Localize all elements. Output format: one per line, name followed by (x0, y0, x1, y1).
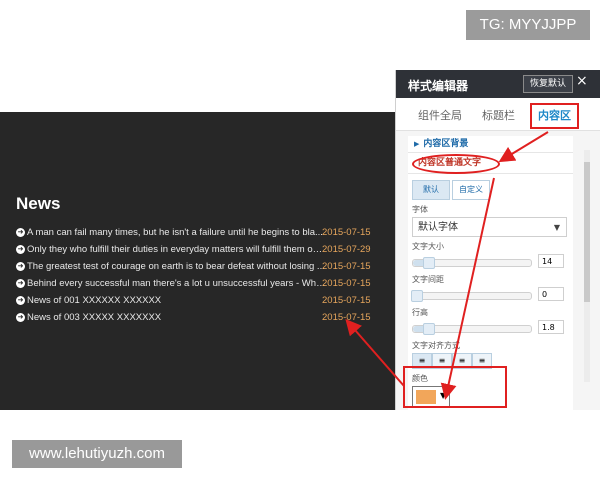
editor-tabs: 组件全局 标题栏 内容区 (396, 98, 600, 131)
news-panel: News ➜ A man can fail many times, but he… (0, 112, 395, 410)
subtab-default[interactable]: 默认 (412, 180, 450, 200)
section-content-background-label: 内容区背景 (423, 139, 469, 149)
letter-spacing-slider-row: 0 (408, 287, 573, 303)
news-title: News (16, 194, 61, 213)
news-date: 2015-07-15 (322, 295, 371, 306)
font-size-slider[interactable] (412, 257, 532, 269)
section-content-background[interactable]: ▶ 内容区背景 (408, 136, 573, 153)
news-item[interactable]: ➜ Only they who fulfill their duties in … (16, 241, 374, 258)
news-date: 2015-07-15 (322, 278, 371, 289)
close-icon[interactable]: × (576, 73, 588, 89)
style-editor-panel: 样式编辑器 恢复默认 × 组件全局 标题栏 内容区 ▶ 内容区背景 内容区普通文字… (395, 70, 600, 410)
news-date: 2015-07-15 (322, 227, 371, 238)
news-date: 2015-07-15 (322, 312, 371, 323)
text-align-label: 文字对齐方式 (412, 341, 460, 350)
news-item[interactable]: ➜ News of 003 XXXXX XXXXXXX 2015-07-15 (16, 309, 374, 326)
tab-content-area[interactable]: 内容区 (530, 103, 579, 129)
news-headline[interactable]: The greatest test of courage on earth is… (27, 258, 327, 275)
arrow-circle-icon: ➜ (16, 279, 25, 288)
caret-right-icon: ▶ (414, 140, 420, 148)
font-select-value: 默认字体 (418, 222, 458, 233)
news-headline[interactable]: Only they who fulfill their duties in ev… (27, 241, 327, 258)
font-size-label: 文字大小 (412, 242, 444, 251)
annotation-oval (412, 154, 500, 174)
line-height-slider[interactable] (412, 323, 532, 335)
section-content-text[interactable]: 内容区普通文字 (408, 153, 573, 174)
letter-spacing-label: 文字间距 (412, 275, 444, 284)
news-item[interactable]: ➜ The greatest test of courage on earth … (16, 258, 374, 275)
arrow-circle-icon: ➜ (16, 245, 25, 254)
line-height-label: 行高 (412, 308, 428, 317)
editor-scrollbar[interactable] (584, 150, 590, 382)
arrow-circle-icon: ➜ (16, 228, 25, 237)
annotation-box (403, 366, 507, 408)
news-headline[interactable]: Behind every successful man there's a lo… (27, 275, 327, 292)
line-height-input[interactable]: 1.8 (538, 320, 564, 334)
news-item[interactable]: ➜ News of 001 XXXXXX XXXXXX 2015-07-15 (16, 292, 374, 309)
slider-handle[interactable] (423, 257, 435, 269)
tab-title-bar[interactable]: 标题栏 (482, 107, 515, 123)
arrow-circle-icon: ➜ (16, 313, 25, 322)
news-list: ➜ A man can fail many times, but he isn'… (16, 224, 374, 326)
font-select[interactable]: 默认字体 ▼ (412, 217, 567, 237)
news-headline[interactable]: News of 001 XXXXXX XXXXXX (27, 292, 327, 309)
editor-title: 样式编辑器 (408, 79, 469, 93)
font-size-input[interactable]: 14 (538, 254, 564, 268)
news-item[interactable]: ➜ A man can fail many times, but he isn'… (16, 224, 374, 241)
news-date: 2015-07-29 (322, 244, 371, 255)
restore-default-button[interactable]: 恢复默认 (523, 75, 574, 93)
arrow-circle-icon: ➜ (16, 262, 25, 271)
arrow-circle-icon: ➜ (16, 296, 25, 305)
scrollbar-thumb[interactable] (584, 162, 590, 302)
news-headline[interactable]: A man can fail many times, but he isn't … (27, 224, 327, 241)
news-item[interactable]: ➜ Behind every successful man there's a … (16, 275, 374, 292)
letter-spacing-input[interactable]: 0 (538, 287, 564, 301)
font-label: 字体 (412, 205, 428, 214)
tab-global[interactable]: 组件全局 (418, 107, 462, 123)
news-date: 2015-07-15 (322, 261, 371, 272)
subtab-row: 默认 自定义 (408, 180, 573, 200)
url-watermark: www.lehutiyuzh.com (12, 440, 182, 468)
editor-header: 样式编辑器 恢复默认 × (396, 70, 600, 98)
tg-watermark: TG: MYYJJPP (466, 10, 590, 40)
news-headline[interactable]: News of 003 XXXXX XXXXXXX (27, 309, 327, 326)
slider-handle[interactable] (411, 290, 423, 302)
font-size-slider-row: 14 (408, 254, 573, 270)
subtab-custom[interactable]: 自定义 (452, 180, 490, 200)
line-height-slider-row: 1.8 (408, 320, 573, 336)
letter-spacing-slider[interactable] (411, 290, 532, 302)
chevron-down-icon: ▼ (553, 223, 560, 232)
slider-handle[interactable] (423, 323, 435, 335)
